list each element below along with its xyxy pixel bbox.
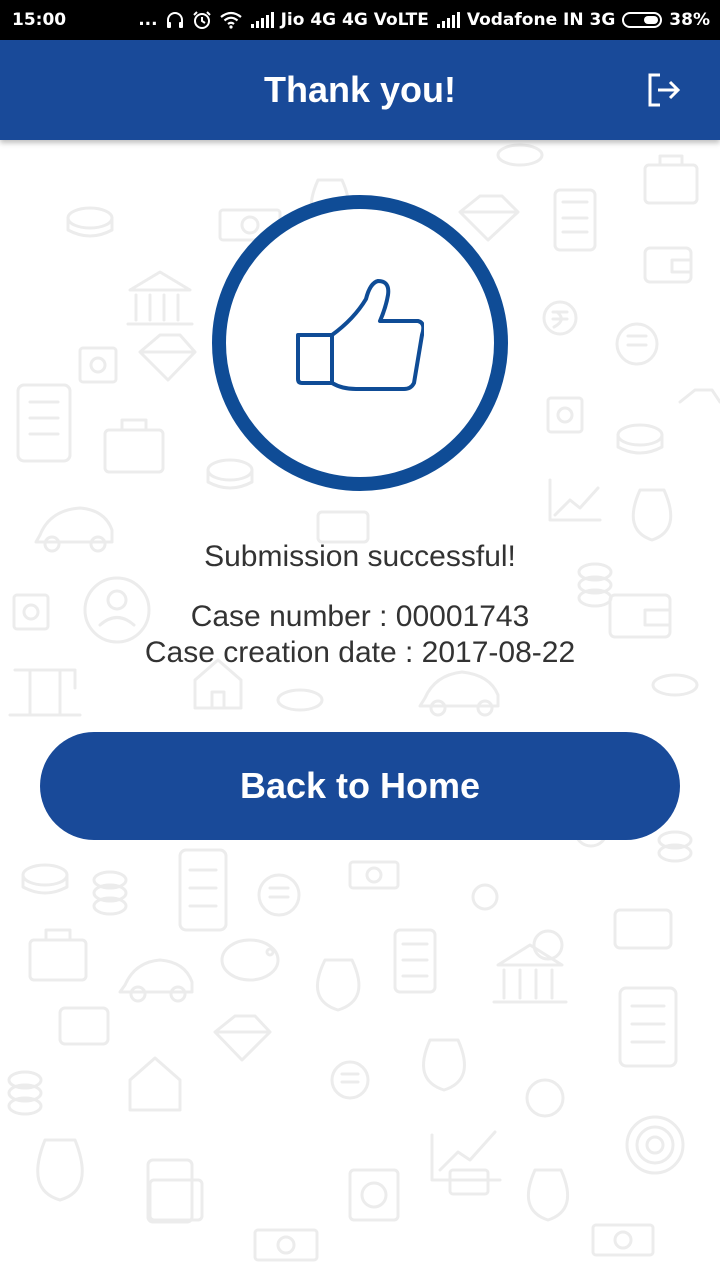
- carrier-1: Jio 4G 4G VoLTE: [280, 10, 429, 30]
- signal-icon: [436, 12, 460, 28]
- status-bar: 15:00 ... Jio 4G 4G VoLTE Vodafone IN 3G…: [0, 0, 720, 40]
- app-bar: Thank you!: [0, 40, 720, 140]
- signal-icon: [250, 12, 274, 28]
- case-number: Case number : 00001743: [190, 600, 530, 633]
- success-badge: [212, 195, 508, 491]
- thumbs-up-icon: [296, 279, 424, 391]
- page-title: Thank you!: [263, 69, 456, 110]
- back-to-home-button[interactable]: Back to Home: [40, 732, 680, 840]
- more-notifications: ...: [138, 10, 158, 30]
- wifi-icon: [219, 11, 243, 29]
- success-message: Submission successful!: [204, 540, 516, 573]
- headphones-icon: [165, 11, 185, 29]
- battery-icon: [622, 12, 663, 28]
- case-creation-date: Case creation date : 2017-08-22: [144, 636, 576, 669]
- battery-percent: 38%: [669, 10, 710, 30]
- content: Submission successful! Case number : 000…: [0, 140, 720, 1280]
- status-time: 15:00: [12, 10, 67, 30]
- logout-icon[interactable]: [644, 70, 684, 110]
- carrier-2: Vodafone IN 3G: [466, 10, 616, 30]
- alarm-icon: [192, 10, 212, 30]
